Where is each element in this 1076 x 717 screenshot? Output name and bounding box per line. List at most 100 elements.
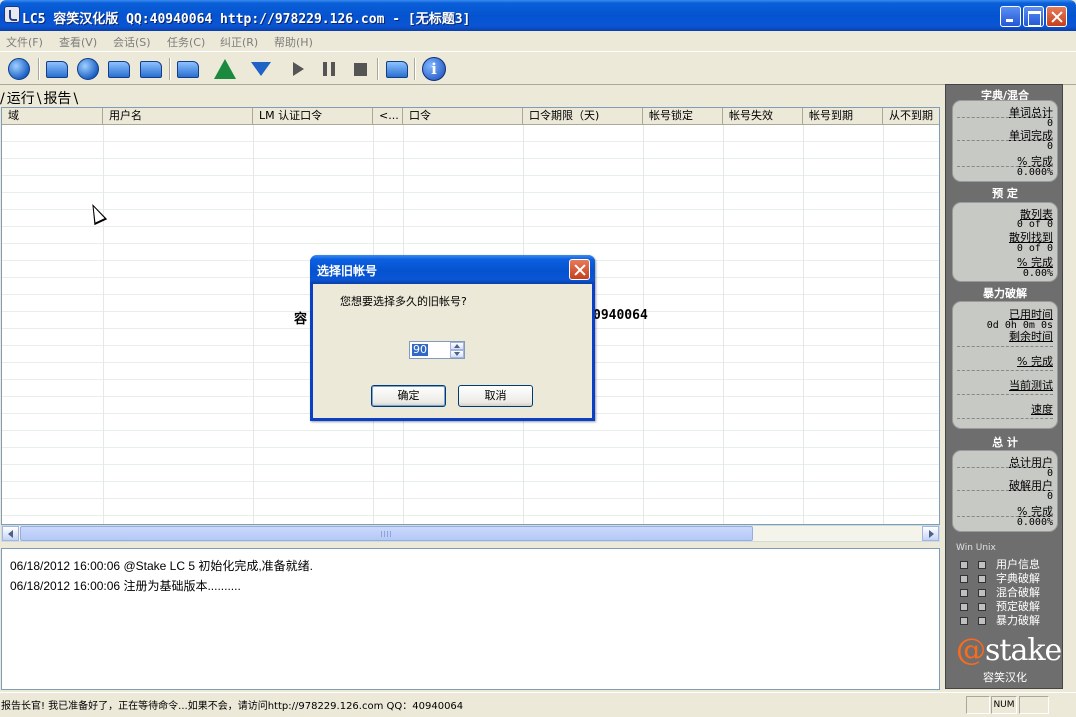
stepper-down-button[interactable] — [450, 350, 464, 358]
days-stepper[interactable]: 90 — [409, 341, 465, 359]
win-checkbox[interactable] — [960, 589, 968, 597]
brute-percent-label: % 完成 — [1017, 355, 1053, 368]
precomputed-section-title: 预 定 — [992, 187, 1018, 200]
status-panel-scroll — [1019, 696, 1049, 714]
remediate-icon[interactable] — [383, 56, 411, 82]
total-stats-box: 总计用户 0 破解用户 0 % 完成 0.000% — [952, 450, 1058, 532]
log-panel[interactable]: 06/18/2012 16:00:06 @Stake LC 5 初始化完成,准备… — [1, 548, 940, 690]
win-checkbox[interactable] — [960, 561, 968, 569]
new-session-icon[interactable] — [5, 56, 33, 82]
save-session-icon[interactable] — [105, 56, 133, 82]
total-section-title: 总 计 — [992, 436, 1018, 449]
open-session-icon[interactable] — [43, 56, 71, 82]
win-checkbox[interactable] — [960, 575, 968, 583]
menu-help[interactable]: 帮助(H) — [274, 34, 313, 50]
status-panel-num: NUM — [991, 696, 1017, 714]
background-text-right: 0940064 — [593, 308, 648, 323]
close-session-icon[interactable] — [74, 56, 102, 82]
title-bar: LC5 容笑汉化版 QQ:40940064 http://978229.126.… — [0, 0, 1076, 31]
grid-header: 域 用户名 LM 认证口令 <... 口令 口令期限（天) 帐号锁定 帐号失效 … — [2, 108, 939, 125]
log-line: 06/18/2012 16:00:06 @Stake LC 5 初始化完成,准备… — [10, 559, 313, 573]
download-icon[interactable] — [247, 56, 275, 82]
menu-view[interactable]: 查看(V) — [59, 34, 97, 50]
cancel-button[interactable]: 取消 — [458, 385, 533, 407]
col-password[interactable]: 口令 — [403, 108, 523, 125]
col-expired[interactable]: 帐号到期 — [803, 108, 883, 125]
menu-bar: 文件(F) 查看(V) 会话(S) 任务(C) 纠正(R) 帮助(H) — [0, 31, 1076, 51]
os-column-header: Win Unix — [956, 543, 996, 553]
scroll-left-button[interactable] — [2, 526, 19, 541]
scroll-thumb[interactable] — [20, 526, 753, 541]
app-icon[interactable] — [4, 6, 20, 23]
unix-checkbox[interactable] — [978, 603, 986, 611]
status-bar: 报告长官! 我已准备好了，正在等待命令...如果不会，请访问http://978… — [0, 692, 1076, 717]
win-checkbox[interactable] — [960, 617, 968, 625]
toolbar-separator — [414, 58, 416, 80]
menu-task[interactable]: 任务(C) — [167, 34, 205, 50]
stepper-up-button[interactable] — [450, 342, 464, 350]
toolbar-separator — [38, 58, 40, 80]
col-lm-half[interactable]: <... — [373, 108, 403, 125]
col-lm-password[interactable]: LM 认证口令 — [253, 108, 373, 125]
tree-icon[interactable] — [211, 56, 239, 82]
brute-remaining-label: 剩余时间 — [1009, 330, 1053, 343]
menu-remediate[interactable]: 纠正(R) — [220, 34, 258, 50]
brute-force-stats-box: 已用时间 0d 0h 0m 0s 剩余时间 % 完成 当前测试 速度 — [952, 301, 1058, 429]
tab-report[interactable]: 报告 — [41, 88, 73, 108]
option-brute-force-crack[interactable]: 暴力破解 — [960, 612, 1040, 628]
close-window-button[interactable] — [1046, 6, 1067, 27]
brute-force-section-title: 暴力破解 — [983, 287, 1027, 300]
unix-checkbox[interactable] — [978, 575, 986, 583]
pre-found-value: 0 of 0 — [1016, 243, 1053, 254]
col-never-expires[interactable]: 从不到期 — [883, 108, 939, 125]
logo-subtitle: 容笑汉化 — [983, 671, 1027, 684]
dialog-close-button[interactable] — [569, 259, 590, 280]
dialog-prompt: 您想要选择多久的旧帐号? — [340, 295, 467, 308]
dictionary-stats-box: 单词总计 0 单词完成 0 % 完成 0.000% — [952, 100, 1058, 182]
brute-speed-label: 速度 — [1031, 403, 1053, 416]
win-checkbox[interactable] — [960, 603, 968, 611]
tab-run[interactable]: 运行 — [5, 88, 37, 108]
col-username[interactable]: 用户名 — [103, 108, 253, 125]
ok-button[interactable]: 确定 — [371, 385, 446, 407]
stake-logo: @stake — [956, 633, 1062, 668]
minimize-button[interactable] — [1000, 6, 1021, 27]
pre-percent-value: 0.00% — [1022, 268, 1053, 279]
precomputed-stats-box: 散列表 0 of 0 散列找到 0 of 0 % 完成 0.00% — [952, 202, 1058, 282]
info-icon[interactable]: i — [420, 56, 448, 82]
play-icon[interactable] — [284, 56, 312, 82]
view-tabs: / 运行 \ 报告 \ — [0, 88, 78, 108]
unix-checkbox[interactable] — [978, 561, 986, 569]
menu-session[interactable]: 会话(S) — [113, 34, 151, 50]
dict-percent-value: 0.000% — [1016, 167, 1053, 178]
session-options-icon[interactable] — [137, 56, 165, 82]
dict-words-done-value: 0 — [1046, 141, 1053, 152]
status-panel-caps — [966, 696, 990, 714]
days-input[interactable]: 90 — [412, 344, 428, 356]
pause-icon[interactable] — [315, 56, 343, 82]
brute-current-label: 当前测试 — [1009, 379, 1053, 392]
unix-checkbox[interactable] — [978, 589, 986, 597]
status-text: 报告长官! 我已准备好了，正在等待命令...如果不会，请访问http://978… — [1, 701, 464, 712]
toolbar-separator — [169, 58, 171, 80]
stepper-buttons — [450, 342, 464, 358]
grid-horizontal-scrollbar[interactable] — [1, 525, 940, 542]
log-line: 06/18/2012 16:00:06 注册为基础版本.......... — [10, 579, 241, 593]
toolbar-separator — [377, 58, 379, 80]
unix-checkbox[interactable] — [978, 617, 986, 625]
select-old-accounts-dialog: 选择旧帐号 您想要选择多久的旧帐号? 90 确定 取消 — [310, 255, 595, 421]
dialog-title-bar: 选择旧帐号 — [310, 255, 595, 284]
maximize-button[interactable] — [1023, 6, 1044, 27]
window-title: LC5 容笑汉化版 QQ:40940064 http://978229.126.… — [22, 12, 471, 27]
stop-icon[interactable] — [346, 56, 374, 82]
statistics-panel: 字典/混合 单词总计 0 单词完成 0 % 完成 0.000% 预 定 散列表 … — [945, 84, 1063, 689]
import-icon[interactable] — [174, 56, 202, 82]
col-disabled[interactable]: 帐号失效 — [723, 108, 803, 125]
menu-file[interactable]: 文件(F) — [6, 34, 43, 50]
col-locked-out[interactable]: 帐号锁定 — [643, 108, 723, 125]
scroll-right-button[interactable] — [922, 526, 939, 541]
dialog-title: 选择旧帐号 — [317, 264, 378, 278]
col-domain[interactable]: 域 — [2, 108, 103, 125]
total-cracked-value: 0 — [1046, 491, 1053, 502]
col-password-age[interactable]: 口令期限（天) — [523, 108, 643, 125]
